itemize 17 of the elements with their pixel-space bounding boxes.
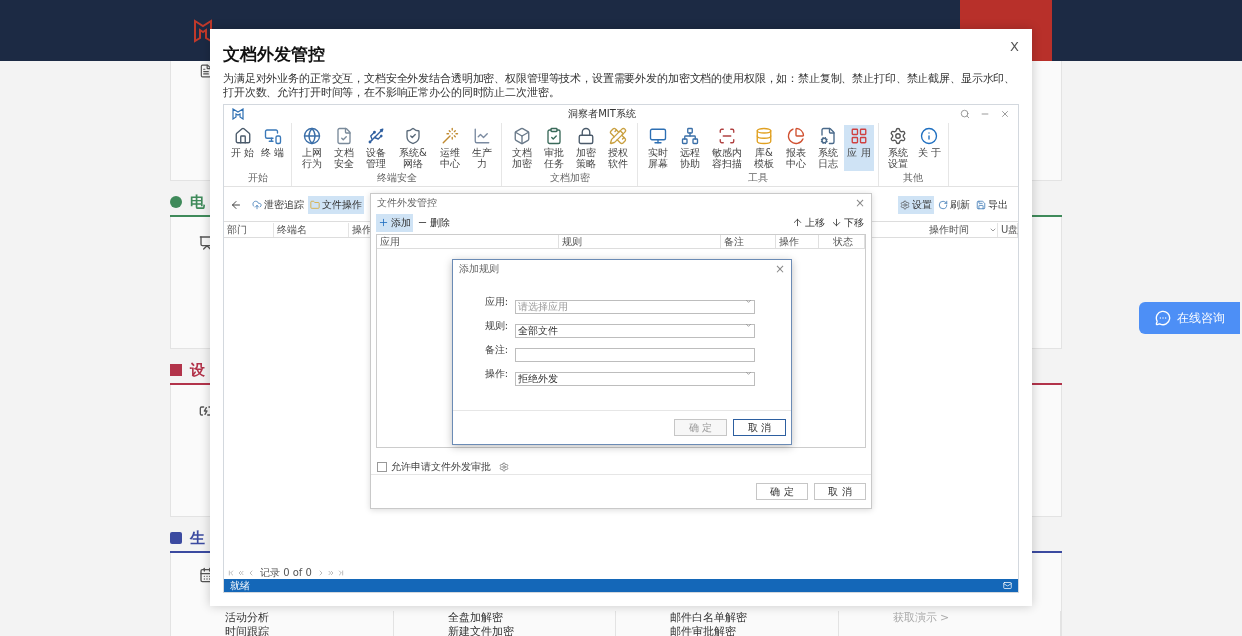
description: 为满足对外业务的正常交互，文档安全外发结合透明加密、权限管理等技术，设置需要外发的加密文档的使用权限，如：禁止复制、禁止打印、禁止截屏、显示水印、打开次数、允许打开时间等，在不影响正常办公的同时防止二次泄密。: [223, 72, 1017, 100]
dialog-title: 文件外发管控: [377, 195, 437, 210]
modal-title: 文档外发管控: [223, 43, 325, 66]
group-label: 文档加密: [548, 171, 591, 185]
field-label: 应用:: [483, 295, 508, 309]
status-bar: 就绪: [224, 579, 1018, 592]
dialog-title: 添加规则: [459, 262, 499, 276]
checkbox-label: 允许申请文件外发审批: [391, 460, 491, 474]
field-label: 规则:: [483, 319, 508, 333]
field-label: 备注:: [483, 343, 508, 357]
group-label: 其他: [902, 171, 925, 185]
field-label: 操作:: [483, 367, 508, 381]
group-label: 开始: [246, 171, 269, 185]
group-label: 工具: [746, 171, 769, 185]
record-count: 记录 0 of 0: [260, 565, 312, 580]
group-label: 终端安全: [375, 171, 418, 185]
window-title: 洞察者MIT系统: [567, 107, 637, 121]
